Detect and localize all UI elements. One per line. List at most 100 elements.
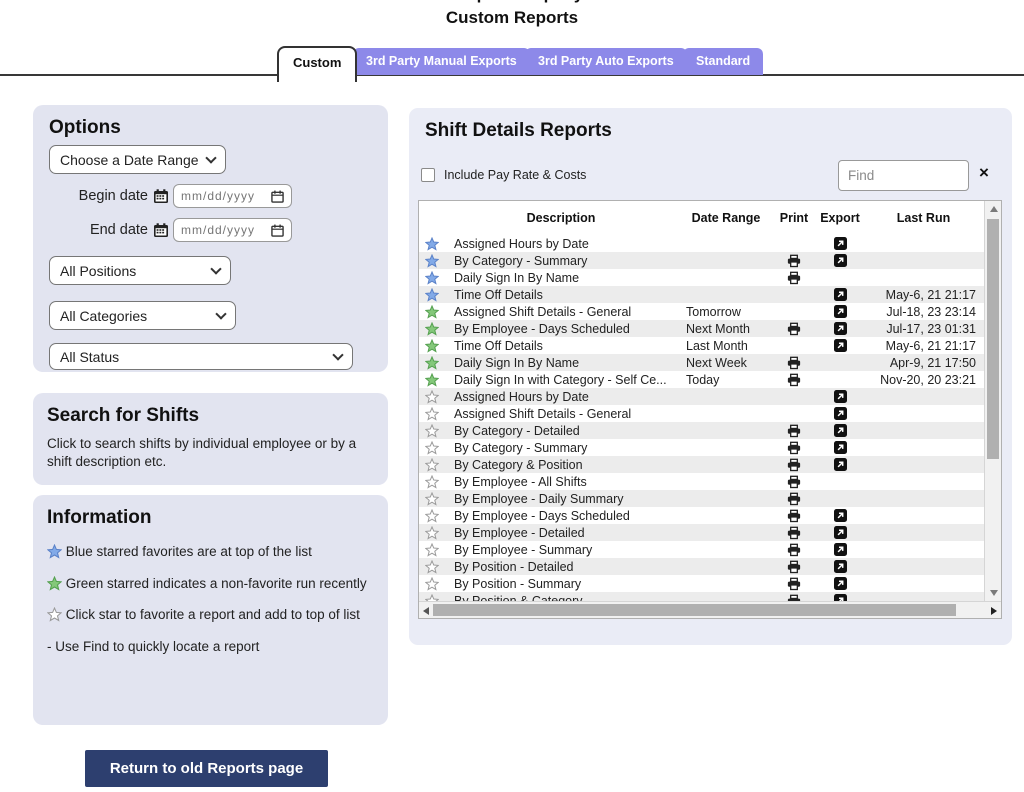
print-icon[interactable] <box>787 509 801 523</box>
table-row[interactable]: Assigned Shift Details - General <box>419 405 984 422</box>
search-for-shifts-panel[interactable]: Search for Shifts Click to search shifts… <box>33 393 388 485</box>
star-icon[interactable] <box>425 560 439 574</box>
star-icon[interactable] <box>425 458 439 472</box>
star-icon[interactable] <box>425 526 439 540</box>
export-icon[interactable] <box>834 254 847 267</box>
star-icon[interactable] <box>425 237 439 251</box>
star-icon[interactable] <box>425 492 439 506</box>
table-row[interactable]: By Employee - Days Scheduled Next Month … <box>419 320 984 337</box>
print-icon[interactable] <box>787 475 801 489</box>
export-icon[interactable] <box>834 526 847 539</box>
star-icon[interactable] <box>425 339 439 353</box>
export-icon[interactable] <box>834 458 847 471</box>
star-icon[interactable] <box>425 509 439 523</box>
tab-custom[interactable]: Custom <box>277 46 357 82</box>
scroll-left-icon[interactable] <box>423 607 429 615</box>
table-row[interactable]: Daily Sign In with Category - Self Ce...… <box>419 371 984 388</box>
print-icon[interactable] <box>787 254 801 268</box>
table-row[interactable]: By Employee - Summary <box>419 541 984 558</box>
export-icon[interactable] <box>834 305 847 318</box>
star-icon[interactable] <box>425 543 439 557</box>
table-row[interactable]: By Category & Position <box>419 456 984 473</box>
star-icon[interactable] <box>425 356 439 370</box>
table-row[interactable]: Assigned Hours by Date <box>419 388 984 405</box>
tab-standard[interactable]: Standard <box>683 48 763 75</box>
export-icon[interactable] <box>834 322 847 335</box>
scroll-up-icon[interactable] <box>990 206 998 212</box>
table-row[interactable]: Assigned Shift Details - General Tomorro… <box>419 303 984 320</box>
return-to-old-reports-button[interactable]: Return to old Reports page <box>85 750 328 787</box>
table-row[interactable]: By Position & Category <box>419 592 984 601</box>
table-row[interactable]: Daily Sign In By Name Next Week Apr-9, 2… <box>419 354 984 371</box>
star-icon[interactable] <box>425 271 439 285</box>
export-icon[interactable] <box>834 237 847 250</box>
export-icon[interactable] <box>834 560 847 573</box>
table-row[interactable]: By Employee - Daily Summary <box>419 490 984 507</box>
date-range-select[interactable]: Choose a Date Range <box>49 145 226 174</box>
horizontal-scrollbar[interactable] <box>419 601 1001 618</box>
print-icon[interactable] <box>787 543 801 557</box>
print-icon[interactable] <box>787 356 801 370</box>
vertical-scrollbar[interactable] <box>984 201 1001 601</box>
table-row[interactable]: By Category - Summary <box>419 439 984 456</box>
print-icon[interactable] <box>787 458 801 472</box>
star-icon[interactable] <box>425 407 439 421</box>
star-icon[interactable] <box>425 475 439 489</box>
table-row[interactable]: By Employee - Days Scheduled <box>419 507 984 524</box>
print-icon[interactable] <box>787 441 801 455</box>
table-row[interactable]: By Employee - Detailed <box>419 524 984 541</box>
categories-select[interactable]: All Categories <box>49 301 236 330</box>
star-icon[interactable] <box>425 594 439 602</box>
export-icon[interactable] <box>834 577 847 590</box>
horizontal-scroll-thumb[interactable] <box>433 604 956 616</box>
star-icon[interactable] <box>425 322 439 336</box>
scroll-right-icon[interactable] <box>991 607 997 615</box>
export-icon[interactable] <box>834 543 847 556</box>
print-icon[interactable] <box>787 560 801 574</box>
print-icon[interactable] <box>787 577 801 591</box>
positions-select[interactable]: All Positions <box>49 256 231 285</box>
export-icon[interactable] <box>834 509 847 522</box>
table-row[interactable]: Daily Sign In By Name <box>419 269 984 286</box>
print-icon[interactable] <box>787 424 801 438</box>
tab-3rd-party-manual-exports[interactable]: 3rd Party Manual Exports <box>353 48 530 75</box>
vertical-scroll-thumb[interactable] <box>987 219 999 459</box>
export-icon[interactable] <box>834 407 847 420</box>
tab-3rd-party-auto-exports[interactable]: 3rd Party Auto Exports <box>525 48 687 75</box>
export-icon[interactable] <box>834 288 847 301</box>
star-icon[interactable] <box>425 390 439 404</box>
print-icon[interactable] <box>787 492 801 506</box>
print-icon[interactable] <box>787 322 801 336</box>
end-date-input[interactable] <box>181 223 263 237</box>
find-input[interactable] <box>838 160 969 191</box>
table-row[interactable]: By Category - Summary <box>419 252 984 269</box>
scroll-down-icon[interactable] <box>990 590 998 596</box>
print-icon[interactable] <box>787 271 801 285</box>
table-row[interactable]: Time Off Details Last Month May-6, 21 21… <box>419 337 984 354</box>
export-icon[interactable] <box>834 594 847 601</box>
table-row[interactable]: By Position - Summary <box>419 575 984 592</box>
star-icon[interactable] <box>425 288 439 302</box>
table-row[interactable]: By Employee - All Shifts <box>419 473 984 490</box>
clear-find-icon[interactable]: × <box>979 164 989 181</box>
print-icon[interactable] <box>787 373 801 387</box>
star-icon[interactable] <box>425 305 439 319</box>
print-icon[interactable] <box>787 526 801 540</box>
table-row[interactable]: Time Off Details May-6, 21 21:17 <box>419 286 984 303</box>
export-icon[interactable] <box>834 390 847 403</box>
date-picker-icon[interactable] <box>271 224 284 237</box>
star-icon[interactable] <box>425 441 439 455</box>
begin-date-input[interactable] <box>181 189 263 203</box>
export-icon[interactable] <box>834 441 847 454</box>
print-icon[interactable] <box>787 594 801 602</box>
table-row[interactable]: By Category - Detailed <box>419 422 984 439</box>
table-row[interactable]: Assigned Hours by Date <box>419 235 984 252</box>
star-icon[interactable] <box>425 424 439 438</box>
export-icon[interactable] <box>834 339 847 352</box>
export-icon[interactable] <box>834 424 847 437</box>
table-row[interactable]: By Position - Detailed <box>419 558 984 575</box>
star-icon[interactable] <box>425 577 439 591</box>
star-icon[interactable] <box>425 254 439 268</box>
date-picker-icon[interactable] <box>271 190 284 203</box>
status-select[interactable]: All Status <box>49 343 353 370</box>
